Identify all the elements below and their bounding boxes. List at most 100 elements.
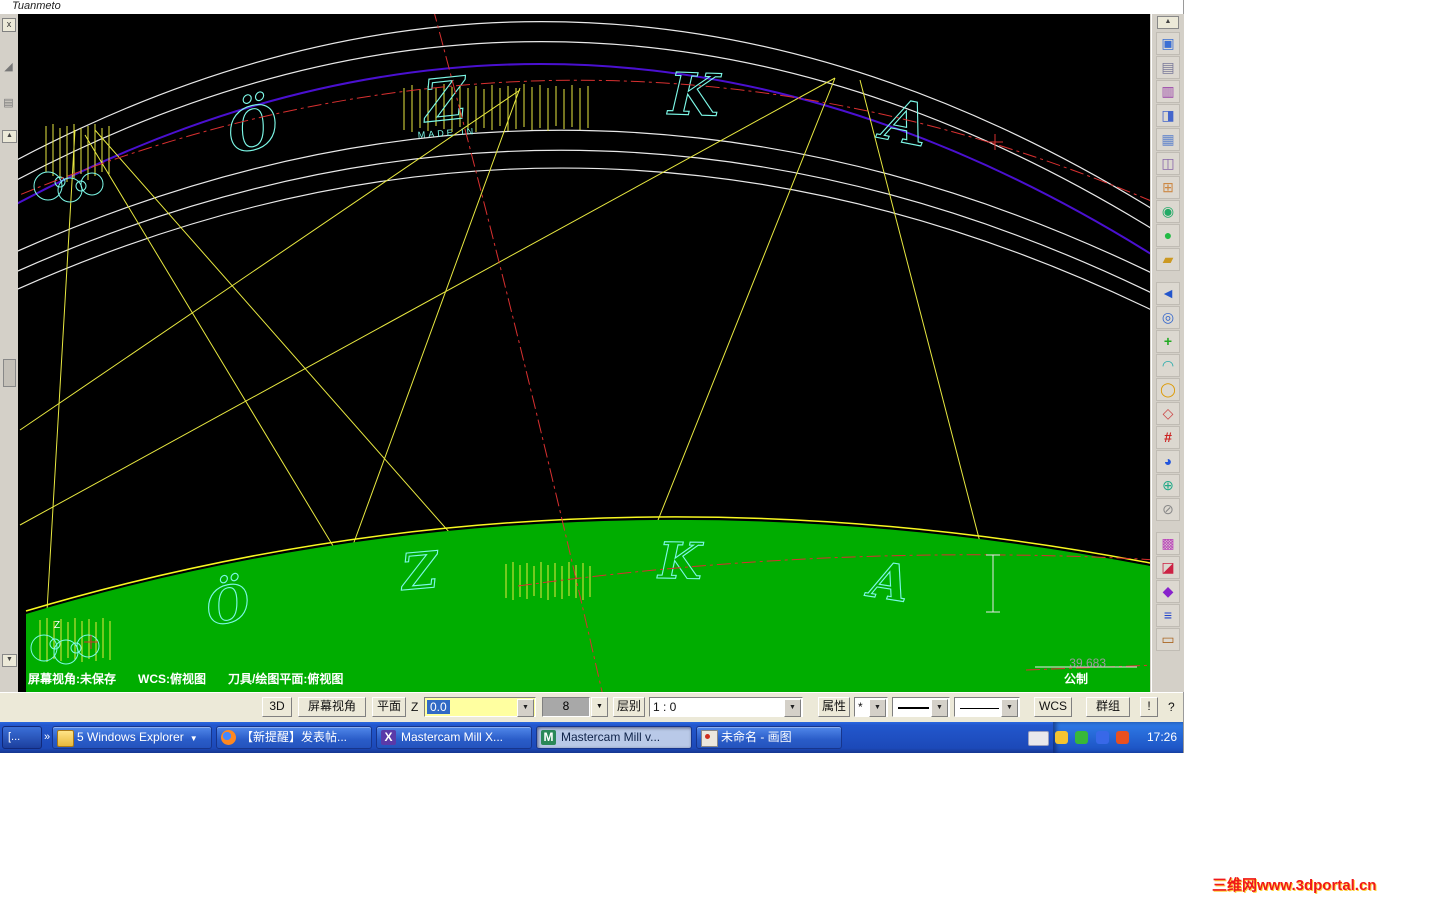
logo-text-top: Ö Z K A MADE IN xyxy=(220,59,935,168)
group-button[interactable]: 群组 xyxy=(1086,697,1130,717)
chevron-down-icon[interactable]: ▼ xyxy=(784,699,801,717)
help-label[interactable]: ? xyxy=(1168,700,1175,714)
tray-icon-update[interactable] xyxy=(1116,731,1130,744)
status-tool-plane: 刀具/绘图平面:俯视图 xyxy=(228,672,344,686)
menubar: Tuanmeto xyxy=(0,0,1183,14)
taskbar-button-browser[interactable]: 【新提醒】发表帖... xyxy=(216,726,372,749)
mode-3d-button[interactable]: 3D xyxy=(262,697,292,717)
quick-launch-chevron-icon[interactable]: » xyxy=(44,731,50,743)
color-palette-icon[interactable]: ▩ xyxy=(1156,532,1180,555)
taskbar-button-mastercam-x[interactable]: X Mastercam Mill X... xyxy=(376,726,532,749)
quick-launch-button[interactable]: [... xyxy=(2,726,42,749)
left-toolbar: x ◢ ▤ ▲ ▼ xyxy=(0,14,19,692)
scrollbar-thumb[interactable] xyxy=(3,359,16,387)
zoom-window-icon[interactable]: ◎ xyxy=(1156,306,1180,329)
z-label: Z xyxy=(411,700,419,714)
taskbar-button-mastercam-v[interactable]: M Mastercam Mill v... xyxy=(536,726,692,749)
gview-iso-icon[interactable]: ⊕ xyxy=(1156,474,1180,497)
sketch-tool-icon[interactable]: ◢ xyxy=(1,60,16,75)
svg-text:K: K xyxy=(666,60,723,130)
shading-icon[interactable]: ◕ xyxy=(1156,450,1180,473)
zoom-fit-icon[interactable]: + xyxy=(1156,330,1180,353)
level-value: 1 : 0 xyxy=(653,700,677,714)
print-icon[interactable]: ▤ xyxy=(1156,56,1180,79)
axis-z-label: Z xyxy=(54,620,60,631)
graphics-viewport[interactable]: Ö Z K A MADE IN Ö Z K A Z 屏幕视角:未保存 WCS:俯… xyxy=(18,14,1150,692)
dimension-value: 39.683 xyxy=(1069,656,1106,670)
combine-views-icon[interactable]: ⊞ xyxy=(1156,176,1180,199)
repaint-icon[interactable]: ◠ xyxy=(1156,354,1180,377)
curve-tool-icon[interactable]: ◇ xyxy=(1156,402,1180,425)
taskbar-button-paint[interactable]: 未命名 - 画图 xyxy=(696,726,842,749)
screen-capture-icon[interactable]: ▦ xyxy=(1156,128,1180,151)
depth-field[interactable]: 8 xyxy=(542,697,590,717)
folder-icon xyxy=(57,730,74,747)
line-width-combo[interactable]: ▼ xyxy=(892,697,950,717)
chevron-down-icon[interactable]: ▼ xyxy=(931,699,948,717)
entity-mask-icon[interactable]: ◆ xyxy=(1156,580,1180,603)
taskbar: [... » 5 Windows Explorer ▼ 【新提醒】发表帖... X… xyxy=(0,722,1183,753)
system-tray: 17:26 xyxy=(1053,722,1183,753)
units-label: 公制 xyxy=(1063,672,1088,686)
line-width-sample xyxy=(898,707,929,709)
svg-text:Z: Z xyxy=(397,540,443,602)
alert-button[interactable]: ! xyxy=(1140,697,1158,717)
z-depth-value: 0.0 xyxy=(427,700,450,714)
tray-icon-messenger[interactable] xyxy=(1055,731,1068,744)
file-convert-icon[interactable]: ◫ xyxy=(1156,152,1180,175)
scroll-up-icon[interactable]: ▲ xyxy=(2,130,17,143)
shaded-sphere-icon[interactable]: ● xyxy=(1156,224,1180,247)
trim-tool-icon[interactable]: ▤ xyxy=(1,96,16,111)
chevron-down-icon: ▼ xyxy=(189,734,198,743)
dynamic-rotate-icon[interactable]: ◯ xyxy=(1156,378,1180,401)
scroll-down-icon[interactable]: ▼ xyxy=(2,654,17,667)
chevron-down-icon[interactable]: ▼ xyxy=(517,699,534,717)
viewsheet-icon[interactable]: ▭ xyxy=(1156,628,1180,651)
level-combo[interactable]: 1 : 0 ▼ xyxy=(649,697,803,717)
ring-arcs-white xyxy=(18,21,1150,310)
level-manager-icon[interactable]: ≡ xyxy=(1156,604,1180,627)
status-ribbon: 3D 屏幕视角 平面 Z 0.0 ▼ 8 ▼ 层别 1 : 0 ▼ 属性 * ▼… xyxy=(0,692,1183,723)
clock[interactable]: 17:26 xyxy=(1147,730,1177,744)
grid-icon[interactable]: # xyxy=(1156,426,1180,449)
level-button[interactable]: 层别 xyxy=(613,697,645,717)
wcs-button[interactable]: WCS xyxy=(1034,697,1072,717)
plot-icon[interactable]: ▥ xyxy=(1156,80,1180,103)
point-style-combo[interactable]: * ▼ xyxy=(854,697,888,717)
language-bar-icon[interactable] xyxy=(1028,731,1049,746)
tray-icon-network[interactable] xyxy=(1095,731,1109,744)
close-panel-button[interactable]: x xyxy=(2,18,16,32)
taskbar-button-explorer[interactable]: 5 Windows Explorer ▼ xyxy=(52,726,212,749)
status-view: 屏幕视角:未保存 xyxy=(28,672,116,686)
chevron-down-icon[interactable]: ▼ xyxy=(1001,699,1018,717)
line-style-combo[interactable]: ▼ xyxy=(954,697,1020,717)
gview-button[interactable]: 屏幕视角 xyxy=(298,697,366,717)
tray-icon-security[interactable] xyxy=(1075,731,1089,744)
toolbar-scroll-up-icon[interactable]: ▲ xyxy=(1157,16,1179,29)
analyze-entity-icon[interactable]: ◉ xyxy=(1156,200,1180,223)
attributes-button[interactable]: 属性 xyxy=(818,697,850,717)
save-screen-icon[interactable]: ▣ xyxy=(1156,32,1180,55)
line-style-sample xyxy=(960,708,999,709)
menu-title[interactable]: Tuanmeto xyxy=(12,0,61,12)
screen: Tuanmeto x ◢ ▤ ▲ ▼ Ö Z K A MADE IN Ö Z K… xyxy=(0,0,1440,900)
browser-icon xyxy=(221,730,236,745)
copy-image-icon[interactable]: ◨ xyxy=(1156,104,1180,127)
mastercam-icon: M xyxy=(541,730,556,745)
attribute-set-icon[interactable]: ◪ xyxy=(1156,556,1180,579)
depth-dropdown-icon[interactable]: ▼ xyxy=(591,697,608,717)
mastercam-icon: X xyxy=(381,730,396,745)
watermark: 三维网www.3dportal.cn xyxy=(1212,877,1377,894)
svg-text:Z: Z xyxy=(418,64,472,137)
viewport-status-line: 屏幕视角:未保存 WCS:俯视图 刀具/绘图平面:俯视图 xyxy=(28,670,365,687)
blank-entity-icon[interactable]: ⊘ xyxy=(1156,498,1180,521)
edit-erase-icon[interactable]: ▰ xyxy=(1156,248,1180,271)
previous-view-icon[interactable]: ◄ xyxy=(1156,282,1180,305)
plane-button[interactable]: 平面 xyxy=(372,697,406,717)
svg-text:K: K xyxy=(656,531,705,591)
svg-text:A: A xyxy=(872,84,934,160)
z-depth-combo[interactable]: 0.0 ▼ xyxy=(424,697,536,717)
chevron-down-icon[interactable]: ▼ xyxy=(869,699,886,717)
right-toolbar: ▲ ▣ ▤ ▥ ◨ ▦ ◫ ⊞ ◉ ● ▰ ◄ ◎ + ◠ ◯ ◇ # ◕ ⊕ … xyxy=(1151,14,1184,692)
green-band xyxy=(26,519,1150,692)
